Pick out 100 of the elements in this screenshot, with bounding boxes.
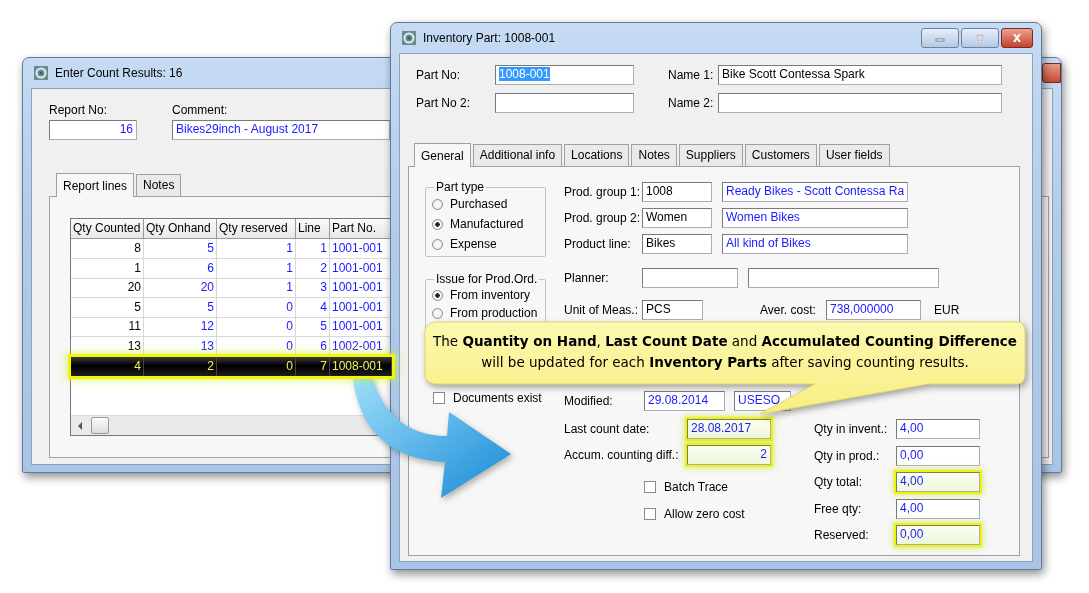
field-label: Name 1: [668, 68, 715, 82]
field-label: Modified: [564, 394, 614, 408]
tab[interactable]: Notes [631, 144, 677, 166]
column-header[interactable]: Qty Counted [71, 219, 144, 239]
unit-field[interactable]: PCS [642, 300, 703, 320]
field-label: Product line: [564, 237, 632, 251]
code-field[interactable]: 1008 [642, 182, 712, 202]
table-cell: 11 [71, 317, 144, 338]
callout-text: The Quantity on Hand, Last Count Date and Accumulated Counting Difference [433, 332, 1017, 351]
option-label: From production [450, 306, 538, 320]
quantity-field[interactable]: 0,00 [896, 525, 980, 545]
radio-button[interactable] [432, 289, 443, 301]
table-cell: 12 [144, 317, 217, 338]
field-label: Last count date: [564, 422, 651, 436]
column-header[interactable]: Line [296, 219, 330, 239]
table-cell: 8 [71, 239, 144, 259]
field-label: Qty in prod.: [814, 448, 881, 463]
close-button[interactable] [1001, 28, 1033, 48]
table-cell: 1008-001 [330, 356, 392, 377]
description-field[interactable]: Ready Bikes - Scott Contessa Ra [722, 182, 908, 202]
field-label: Comment: [172, 103, 229, 117]
table-cell: 6 [144, 258, 217, 279]
table-cell: 1 [217, 239, 296, 259]
column-header[interactable]: Qty Onhand [144, 219, 217, 239]
table-cell: 4 [71, 356, 144, 377]
close-icon [1011, 34, 1023, 42]
field-value: 1008-001 [499, 67, 550, 81]
field-label: Report No: [49, 103, 109, 117]
quantity-field[interactable]: 4,00 [896, 419, 980, 439]
table-cell: 0 [217, 317, 296, 338]
report-number-field[interactable]: 16 [49, 120, 137, 140]
tab[interactable]: Notes [136, 174, 182, 196]
close-button[interactable] [1042, 63, 1061, 83]
radio-button[interactable] [432, 307, 443, 319]
field-label: Name 2: [668, 96, 715, 110]
field-label: Aver. cost: [760, 303, 817, 317]
code-field[interactable]: Bikes [642, 234, 712, 254]
table-cell: 5 [296, 317, 330, 338]
field-label: Accum. counting diff.: [564, 448, 680, 462]
planner-field[interactable] [642, 268, 738, 288]
field-label: Planner: [564, 271, 610, 285]
tab[interactable]: Report lines [56, 173, 135, 197]
modified-date-field[interactable]: 29.08.2014 [644, 391, 725, 411]
scroll-left-icon[interactable] [77, 421, 83, 430]
table-cell: 0 [217, 356, 296, 377]
quantity-field[interactable]: 0,00 [896, 445, 980, 466]
code-field[interactable]: Women [642, 208, 712, 228]
table-cell: 4 [296, 297, 330, 318]
checkbox[interactable] [644, 481, 656, 493]
count-field[interactable]: 2 [687, 445, 771, 465]
count-field[interactable]: 28.08.2017 [687, 419, 771, 439]
table-cell: 5 [71, 297, 144, 318]
checkbox[interactable] [644, 508, 656, 520]
average-cost-field[interactable]: 738,000000 [826, 300, 921, 320]
table-cell: 1 [296, 239, 330, 259]
description-field[interactable]: Women Bikes [722, 208, 908, 228]
option-label: Expense [450, 237, 497, 251]
window-title: Enter Count Results: 16 [55, 66, 183, 80]
field-label: Part No: [416, 68, 461, 82]
app-icon [401, 30, 417, 46]
table-cell: 5 [144, 239, 217, 259]
table-cell: 3 [296, 278, 330, 299]
option-label: Manufactured [450, 217, 524, 231]
name-field[interactable]: Bike Scott Contessa Spark [718, 65, 1002, 85]
part-number-field[interactable] [495, 93, 634, 113]
window-title: Inventory Part: 1008-001 [423, 31, 556, 45]
group-title: Issue for Prod.Ord. [435, 272, 539, 286]
planner-name-field[interactable] [748, 268, 939, 288]
scrollbar-thumb[interactable] [91, 417, 109, 434]
column-header[interactable]: Part No. [330, 219, 392, 239]
table-cell: 1 [217, 258, 296, 279]
field-label: Free qty: [814, 501, 863, 516]
field-label: Unit of Meas.: [564, 303, 640, 317]
quantity-field[interactable]: 4,00 [896, 498, 980, 519]
tab[interactable]: Locations [564, 144, 630, 166]
tab[interactable]: User fields [818, 144, 890, 166]
table-cell: 1 [71, 258, 144, 279]
radio-button[interactable] [432, 238, 443, 250]
tab[interactable]: Additional info [472, 144, 563, 166]
table-cell: 0 [217, 297, 296, 318]
field-label: Part No 2: [416, 96, 472, 110]
tab[interactable]: General [414, 143, 471, 167]
column-header[interactable]: Qty reserved [217, 219, 296, 239]
radio-button[interactable] [432, 198, 443, 210]
table-row[interactable]: 4 2 0 7 1008-001 [71, 356, 392, 377]
table-cell: 2 [144, 356, 217, 377]
field-label: Prod. group 2: [564, 211, 642, 225]
comment-field[interactable]: Bikes29inch - August 2017 [172, 120, 390, 140]
radio-button[interactable] [432, 218, 443, 230]
minimize-button[interactable] [921, 28, 959, 48]
name-field[interactable] [718, 93, 1002, 113]
quantity-field[interactable]: 4,00 [896, 472, 980, 492]
description-field[interactable]: All kind of Bikes [722, 234, 908, 254]
checkbox-label: Allow zero cost [664, 507, 745, 521]
tab[interactable]: Customers [744, 144, 817, 166]
app-icon [33, 65, 49, 81]
checkbox[interactable] [433, 392, 445, 404]
tab[interactable]: Suppliers [678, 144, 743, 166]
currency-label: EUR [934, 303, 960, 317]
option-label: From inventory [450, 288, 531, 302]
